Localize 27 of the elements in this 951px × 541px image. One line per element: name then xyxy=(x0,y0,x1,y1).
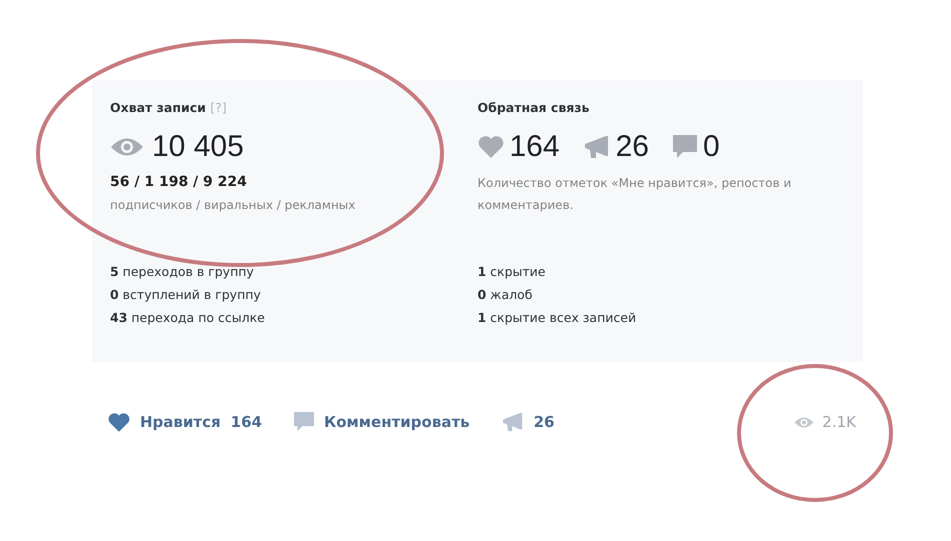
megaphone-icon xyxy=(584,135,610,159)
comment-button[interactable]: Комментировать xyxy=(292,408,472,436)
reach-breakdown: 56 / 1 198 / 9 224 xyxy=(110,174,248,190)
feedback-count: 26 xyxy=(616,130,649,164)
feedback-title: Обратная связь xyxy=(478,100,590,117)
speech-bubble-icon xyxy=(672,135,697,159)
feedback-count: 0 xyxy=(702,130,720,164)
views-count: 2.1K xyxy=(822,413,856,431)
negative-stat: 1 скрытие всех записей xyxy=(478,309,638,327)
eye-icon xyxy=(794,416,814,428)
reach-caption: подписчиков / виральных / рекламных xyxy=(110,197,356,214)
reach-count: 10 405 xyxy=(152,130,244,164)
group-stat: 0 вступлений в группу xyxy=(110,286,262,304)
group-stat: 43 перехода по ссылке xyxy=(110,309,266,327)
like-button[interactable]: Нравится 164 xyxy=(106,408,264,436)
share-button[interactable]: 26 xyxy=(500,408,556,436)
negative-stat: 1 скрытие xyxy=(478,263,546,281)
heart-icon xyxy=(478,136,504,158)
megaphone-icon xyxy=(502,412,524,432)
eye-icon xyxy=(110,136,144,158)
reach-title: Охват записи xyxy=(110,100,206,115)
negative-stat: 0 жалоб xyxy=(478,286,534,304)
group-stat: 5 переходов в группу xyxy=(110,263,255,281)
heart-icon xyxy=(108,412,130,432)
feedback-caption: Количество отметок «Мне нравится», репостов и комментариев. xyxy=(478,175,792,214)
speech-bubble-icon xyxy=(294,412,314,432)
feedback-count: 164 xyxy=(510,130,560,164)
